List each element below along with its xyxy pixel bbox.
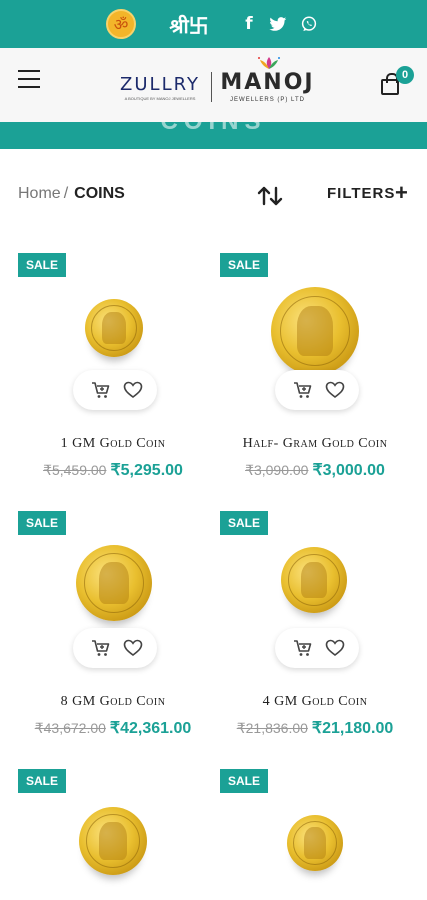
product-actions [275, 370, 359, 410]
product-name[interactable]: Half- Gram Gold Coin [220, 436, 410, 452]
product-card[interactable]: SALE Half- Gram Gold Coin ₹3,090.00 ₹3,00… [220, 253, 410, 493]
breadcrumb-separator: / [63, 185, 69, 202]
sale-badge: SALE [18, 769, 66, 793]
product-card[interactable]: SALE [220, 769, 410, 900]
menu-icon[interactable] [18, 70, 40, 90]
sale-price: ₹5,295.00 [110, 462, 183, 479]
product-prices: ₹21,836.00 ₹21,180.00 [220, 718, 410, 738]
wishlist-heart-icon[interactable] [325, 380, 345, 400]
sale-price: ₹3,000.00 [312, 462, 385, 479]
product-card[interactable]: SALE 8 GM Gold Coin ₹43,672.00 ₹42,361.00 [18, 511, 208, 751]
product-image-coin[interactable] [281, 547, 347, 613]
sale-badge: SALE [18, 511, 66, 535]
breadcrumb: Home / COINS [18, 185, 125, 203]
ganesh-emblem-icon: ॐ [104, 0, 138, 48]
wishlist-heart-icon[interactable] [123, 638, 143, 658]
page-banner: COINS [0, 122, 427, 149]
add-to-cart-icon[interactable] [91, 638, 111, 658]
sale-badge: SALE [220, 511, 268, 535]
product-actions [275, 628, 359, 668]
twitter-icon[interactable] [268, 0, 288, 48]
product-prices: ₹3,090.00 ₹3,000.00 [220, 460, 410, 480]
manoj-wordmark: MANOJ [220, 70, 315, 95]
product-image-coin[interactable] [79, 807, 147, 875]
breadcrumb-home-link[interactable]: Home [18, 185, 61, 202]
zullry-tagline: A BOUTIQUE BY MANOJ JEWELLERS [124, 96, 196, 101]
product-name[interactable]: 4 GM Gold Coin [220, 694, 410, 710]
ganesh-glyph: ॐ [106, 9, 136, 39]
old-price: ₹3,090.00 [245, 462, 309, 478]
manoj-tagline: JEWELLERS (P) LTD [230, 97, 305, 103]
sale-price: ₹21,180.00 [311, 720, 394, 737]
product-card[interactable]: SALE [18, 769, 208, 900]
wishlist-heart-icon[interactable] [123, 380, 143, 400]
facebook-icon[interactable]: f [240, 0, 258, 48]
old-price: ₹5,459.00 [43, 462, 107, 478]
old-price: ₹43,672.00 [34, 720, 106, 736]
sale-badge: SALE [220, 253, 268, 277]
zullry-wordmark: ZULLRY [120, 74, 200, 95]
site-logo[interactable]: ZULLRY A BOUTIQUE BY MANOJ JEWELLERS MAN… [115, 56, 320, 112]
product-card[interactable]: SALE 4 GM Gold Coin ₹21,836.00 ₹21,180.00 [220, 511, 410, 751]
product-card[interactable]: SALE 1 GM Gold Coin ₹5,459.00 ₹5,295.00 [18, 253, 208, 493]
filters-button[interactable]: FILTERS [327, 185, 395, 202]
product-name[interactable]: 1 GM Gold Coin [18, 436, 208, 452]
sort-icon[interactable] [256, 184, 284, 208]
cart-count-badge: 0 [396, 66, 414, 84]
product-actions [73, 628, 157, 668]
product-image-coin[interactable] [271, 287, 359, 375]
top-social-bar: ॐ श्री卐 f [0, 0, 427, 48]
product-prices: ₹43,672.00 ₹42,361.00 [18, 718, 208, 738]
add-to-cart-icon[interactable] [293, 380, 313, 400]
product-image-coin[interactable] [76, 545, 152, 621]
filters-plus-icon[interactable]: + [395, 180, 408, 206]
product-name[interactable]: 8 GM Gold Coin [18, 694, 208, 710]
add-to-cart-icon[interactable] [91, 380, 111, 400]
whatsapp-icon[interactable] [298, 0, 320, 48]
old-price: ₹21,836.00 [236, 720, 308, 736]
site-header: ZULLRY A BOUTIQUE BY MANOJ JEWELLERS MAN… [0, 48, 427, 122]
logo-divider [211, 72, 212, 102]
lotus-icon [258, 57, 280, 69]
product-image-coin[interactable] [287, 815, 343, 871]
product-actions [73, 370, 157, 410]
sale-badge: SALE [220, 769, 268, 793]
wishlist-heart-icon[interactable] [325, 638, 345, 658]
sale-price: ₹42,361.00 [109, 720, 192, 737]
product-prices: ₹5,459.00 ₹5,295.00 [18, 460, 208, 480]
product-image-coin[interactable] [85, 299, 143, 357]
breadcrumb-current: COINS [74, 185, 125, 202]
banner-title: COINS [0, 122, 427, 136]
shri-swastik-text: श्री卐 [169, 13, 209, 38]
sale-badge: SALE [18, 253, 66, 277]
add-to-cart-icon[interactable] [293, 638, 313, 658]
